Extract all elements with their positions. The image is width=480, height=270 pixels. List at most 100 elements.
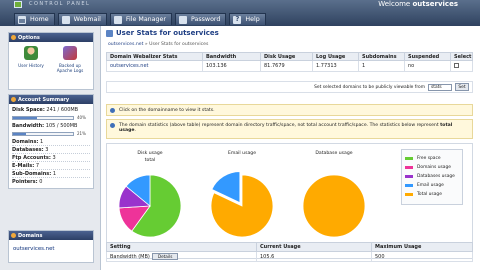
legend-label: Free space [417, 156, 441, 161]
account-summary-panel: Account Summary Disk Space: 241 / 600MB … [8, 94, 94, 189]
legend-label: Total usage [417, 192, 442, 197]
domains-title: Domains [18, 232, 43, 239]
info-icon [110, 123, 115, 128]
pie-charts-svg [118, 171, 366, 238]
col-setting: Setting [106, 242, 257, 252]
legend-label: Email usage [417, 183, 444, 188]
user-history-icon [24, 46, 38, 60]
tab-password-label: Password [190, 16, 221, 23]
summary-header: Account Summary [9, 95, 93, 104]
cell-max: 500 [371, 251, 473, 262]
info-text-stats: The domain statistics (above table) repr… [119, 123, 441, 128]
legend-item: Databases usage [405, 172, 459, 181]
info-box-stats: The domain statistics (above table) repr… [106, 119, 473, 139]
apache-logs-link[interactable]: Backed up Apache Logs [53, 46, 87, 73]
apache-logs-label: Backed up Apache Logs [56, 63, 84, 73]
breadcrumb: outservices.net » User Stats for outserv… [108, 42, 208, 47]
pointers-count-label: Pointers: [12, 179, 38, 185]
cell-disk: 81.7679 [260, 60, 313, 72]
pie-email [210, 171, 274, 238]
bandwidth-label: Bandwidth: [12, 123, 45, 129]
domains-count-value: 1 [40, 138, 44, 145]
col-bandwidth: Bandwidth [202, 52, 261, 61]
domain-stats-link[interactable]: outservices.net [106, 60, 203, 72]
user-history-link[interactable]: User History [14, 46, 48, 68]
tab-webmail[interactable]: Webmail [57, 13, 107, 25]
tab-help[interactable]: Help [229, 13, 266, 25]
chart-legend: Free space Domains usage Databases usage… [401, 149, 463, 205]
bandwidth-row: Bandwidth: 105 / 500MB [12, 122, 90, 130]
cell-select [450, 60, 473, 72]
legend-item: Email usage [405, 181, 459, 190]
ftp-count-label: Ftp Accounts: [12, 154, 51, 161]
emails-count-label: E-Mails: [12, 162, 35, 169]
col-current-usage: Current Usage [256, 242, 372, 252]
welcome-username: outservices [412, 0, 458, 8]
select-checkbox[interactable] [454, 62, 459, 68]
domains-panel: Domains outservices.net [8, 230, 94, 263]
public-path-input[interactable]: stats [428, 83, 452, 91]
col-max-usage: Maximum Usage [371, 242, 473, 252]
breadcrumb-link[interactable]: outservices.net [108, 42, 143, 47]
bandwidth-fill [13, 132, 26, 135]
home-icon [18, 15, 26, 24]
summary-row-emails: E-Mails: 7 [12, 162, 90, 170]
pie-disk [118, 174, 182, 238]
tab-file-manager[interactable]: File Manager [109, 13, 172, 25]
summary-row-ftp: Ftp Accounts: 3 [12, 154, 90, 162]
info-icon [110, 108, 115, 113]
legend-swatch [405, 157, 413, 160]
col-subdomains: Subdomains [358, 52, 405, 61]
table-row: Bandwidth (MB) Details 105.6 500 [106, 251, 473, 262]
setting-label: Bandwidth (MB) [110, 254, 150, 260]
domain-link[interactable]: outservices.net [13, 246, 55, 252]
col-log-usage: Log Usage [312, 52, 359, 61]
tab-password[interactable]: Password [174, 13, 227, 25]
summary-row-pointers: Pointers: 0 [12, 178, 90, 186]
help-icon [233, 15, 242, 24]
legend-item: Free space [405, 154, 459, 163]
breadcrumb-separator: » [144, 42, 148, 47]
main-content: User Stats for outservices outservices.n… [100, 26, 480, 270]
cell-suspended: no [404, 60, 451, 72]
legend-swatch [405, 175, 413, 178]
summary-row-databases: Databases: 3 [12, 146, 90, 154]
stats-icon [106, 29, 113, 37]
folder-icon [113, 15, 122, 24]
cell-bandwidth: 103.136 [202, 60, 261, 72]
legend-label: Databases usage [417, 174, 455, 179]
legend-item: Total usage [405, 190, 459, 199]
table-header-row: Domain Webalizer Stats Bandwidth Disk Us… [106, 52, 473, 61]
top-header: CONTROL PANEL Welcome outservices Home W… [0, 0, 480, 26]
col-disk-usage: Disk Usage [260, 52, 313, 61]
legend-swatch [405, 184, 413, 187]
usage-header-row: Setting Current Usage Maximum Usage [106, 242, 473, 252]
col-select: Select [450, 52, 473, 61]
domains-count-label: Domains: [12, 138, 39, 145]
subdomains-count-label: Sub-Domains: [12, 170, 52, 177]
disk-space-value: 241 / 600MB [46, 107, 79, 113]
subdomains-count-value: 1 [52, 170, 57, 177]
details-button[interactable]: Details [151, 253, 179, 260]
legend-swatch [405, 193, 413, 196]
tab-home[interactable]: Home [14, 13, 55, 25]
pie-database [302, 174, 366, 238]
usage-table: Setting Current Usage Maximum Usage Band… [106, 242, 473, 262]
options-header: Options [9, 33, 93, 42]
cell-current: 105.6 [256, 251, 372, 262]
page-title-text: User Stats for outservices [116, 29, 219, 37]
tab-home-label: Home [30, 16, 49, 23]
domains-header: Domains [9, 231, 93, 240]
summary-icon [11, 97, 16, 102]
mail-icon [61, 15, 70, 24]
options-icon [11, 35, 16, 40]
cell-subdomains: 1 [358, 60, 405, 72]
options-panel: Options User History Backed up Apache Lo… [8, 32, 94, 90]
info-text-click: Click on the domainname to view it stats… [119, 108, 215, 113]
table-row: outservices.net 103.136 81.7679 1.77313 … [106, 60, 473, 72]
disk-space-fill [13, 116, 37, 119]
databases-count-label: Databases: [12, 146, 44, 153]
public-view-text: Set selected domains to be publicly view… [314, 84, 425, 90]
set-button[interactable]: Set [455, 83, 469, 91]
disk-space-bar [12, 115, 74, 120]
